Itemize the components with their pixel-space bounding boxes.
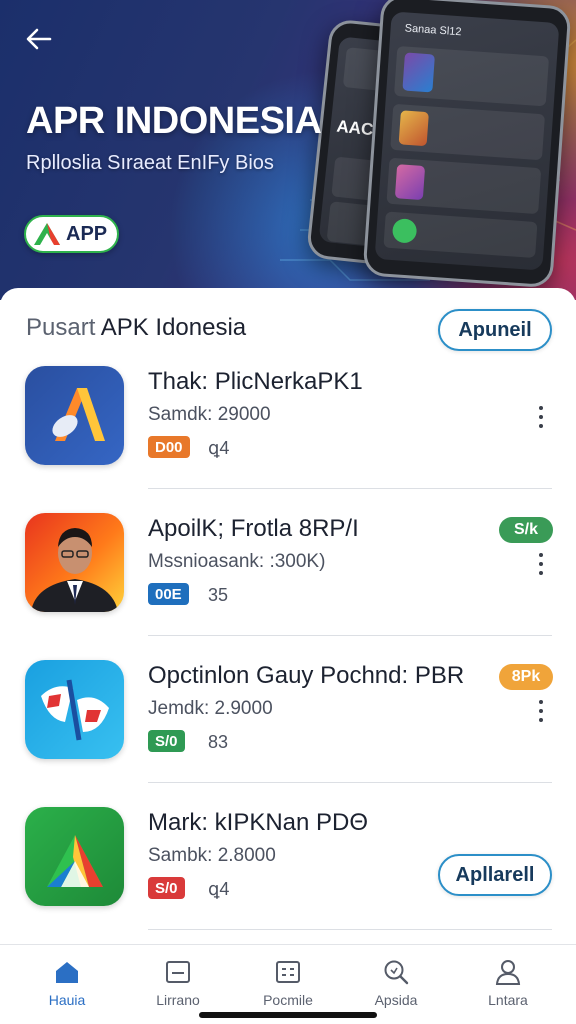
status-tag: 8Pk <box>499 664 553 690</box>
app-button-label: APP <box>66 222 108 245</box>
install-button[interactable]: Apllarell <box>438 854 552 896</box>
more-options-icon[interactable] <box>532 700 550 730</box>
app-name: Opctinlon Gauy Pochnd: PBR <box>148 662 465 689</box>
home-icon <box>56 962 78 983</box>
app-meta: Jemdk: 2.9000 <box>148 698 273 719</box>
divider <box>148 635 552 636</box>
back-arrow-icon[interactable] <box>22 22 56 56</box>
app-meta: Samdk: 29000 <box>148 404 271 425</box>
app-count: 35 <box>208 585 229 605</box>
section-title: Pusart APK Idonesia <box>26 314 246 342</box>
nav-label: Pocmile <box>263 992 313 1008</box>
app-count: 83 <box>208 732 229 752</box>
list-item[interactable]: ApoilK; Frotla 8RP/I Mssnioasank: :300K)… <box>0 513 576 658</box>
nav-profile[interactable]: Lntara <box>463 945 553 1024</box>
list-item[interactable]: Thak: PlicNerkaPK1 Samdk: 29000 D00 ꝗ4 <box>0 366 576 511</box>
app-icon <box>25 807 124 906</box>
app-meta: Mssnioasank: :300K) <box>148 551 326 572</box>
divider <box>148 782 552 783</box>
phone-mockup-front: Sanaa Sl12 <box>362 0 572 289</box>
nav-home[interactable]: Hauia <box>22 945 112 1024</box>
header-action-button[interactable]: Apuneil <box>438 309 552 351</box>
library-icon <box>166 961 190 983</box>
nav-label: Lirrano <box>156 992 200 1008</box>
app-count: ꝗ4 <box>208 879 230 899</box>
app-name: Mark: kIPKNan PDΘ <box>148 809 369 836</box>
status-tag: S/k <box>499 517 553 543</box>
app-icon <box>25 660 124 759</box>
version-badge: 00E <box>148 583 189 605</box>
nav-label: Hauia <box>48 992 86 1008</box>
nav-label: Apsida <box>374 992 418 1008</box>
nav-label: Lntara <box>488 992 528 1008</box>
app-button[interactable]: APP <box>24 215 119 253</box>
version-badge: S/0 <box>148 730 185 752</box>
app-name: Thak: PlicNerkaPK1 <box>148 368 363 395</box>
hero-title: APR INDONESIA <box>26 100 322 142</box>
phone-screen-title: Sanaa Sl12 <box>404 22 462 39</box>
app-icon <box>25 366 124 465</box>
list-icon <box>276 961 300 983</box>
app-count: ꝗ4 <box>208 438 230 458</box>
app-name: ApoilK; Frotla 8RP/I <box>148 515 359 542</box>
home-indicator[interactable] <box>199 1012 377 1018</box>
profile-icon <box>495 960 521 985</box>
list-item[interactable]: Mark: kIPKNan PDΘ Sambk: 2.8000 S/0 ꝗ4 A… <box>0 807 576 952</box>
app-icon <box>25 513 124 612</box>
more-options-icon[interactable] <box>532 553 550 583</box>
more-options-icon[interactable] <box>532 406 550 436</box>
hero-banner: AACNsg Sanaa Sl12 APR INDONESIA Rpllosli… <box>0 0 576 300</box>
app-logo-icon <box>34 223 60 245</box>
section-title-prefix: Pusart <box>26 314 96 341</box>
version-badge: D00 <box>148 436 190 458</box>
apk-list-panel: Pusart APK Idonesia Apuneil Thak: PlicNe… <box>0 288 576 1024</box>
divider <box>148 929 552 930</box>
list-item[interactable]: Opctinlon Gauy Pochnd: PBR Jemdk: 2.9000… <box>0 660 576 805</box>
divider <box>148 488 552 489</box>
app-meta: Sambk: 2.8000 <box>148 845 276 866</box>
search-icon <box>384 960 409 985</box>
version-badge: S/0 <box>148 877 185 899</box>
section-title-main: APK Idonesia <box>95 314 247 341</box>
hero-subtitle: Rplloslia Sıraeat EnIFy Bios <box>26 152 274 174</box>
